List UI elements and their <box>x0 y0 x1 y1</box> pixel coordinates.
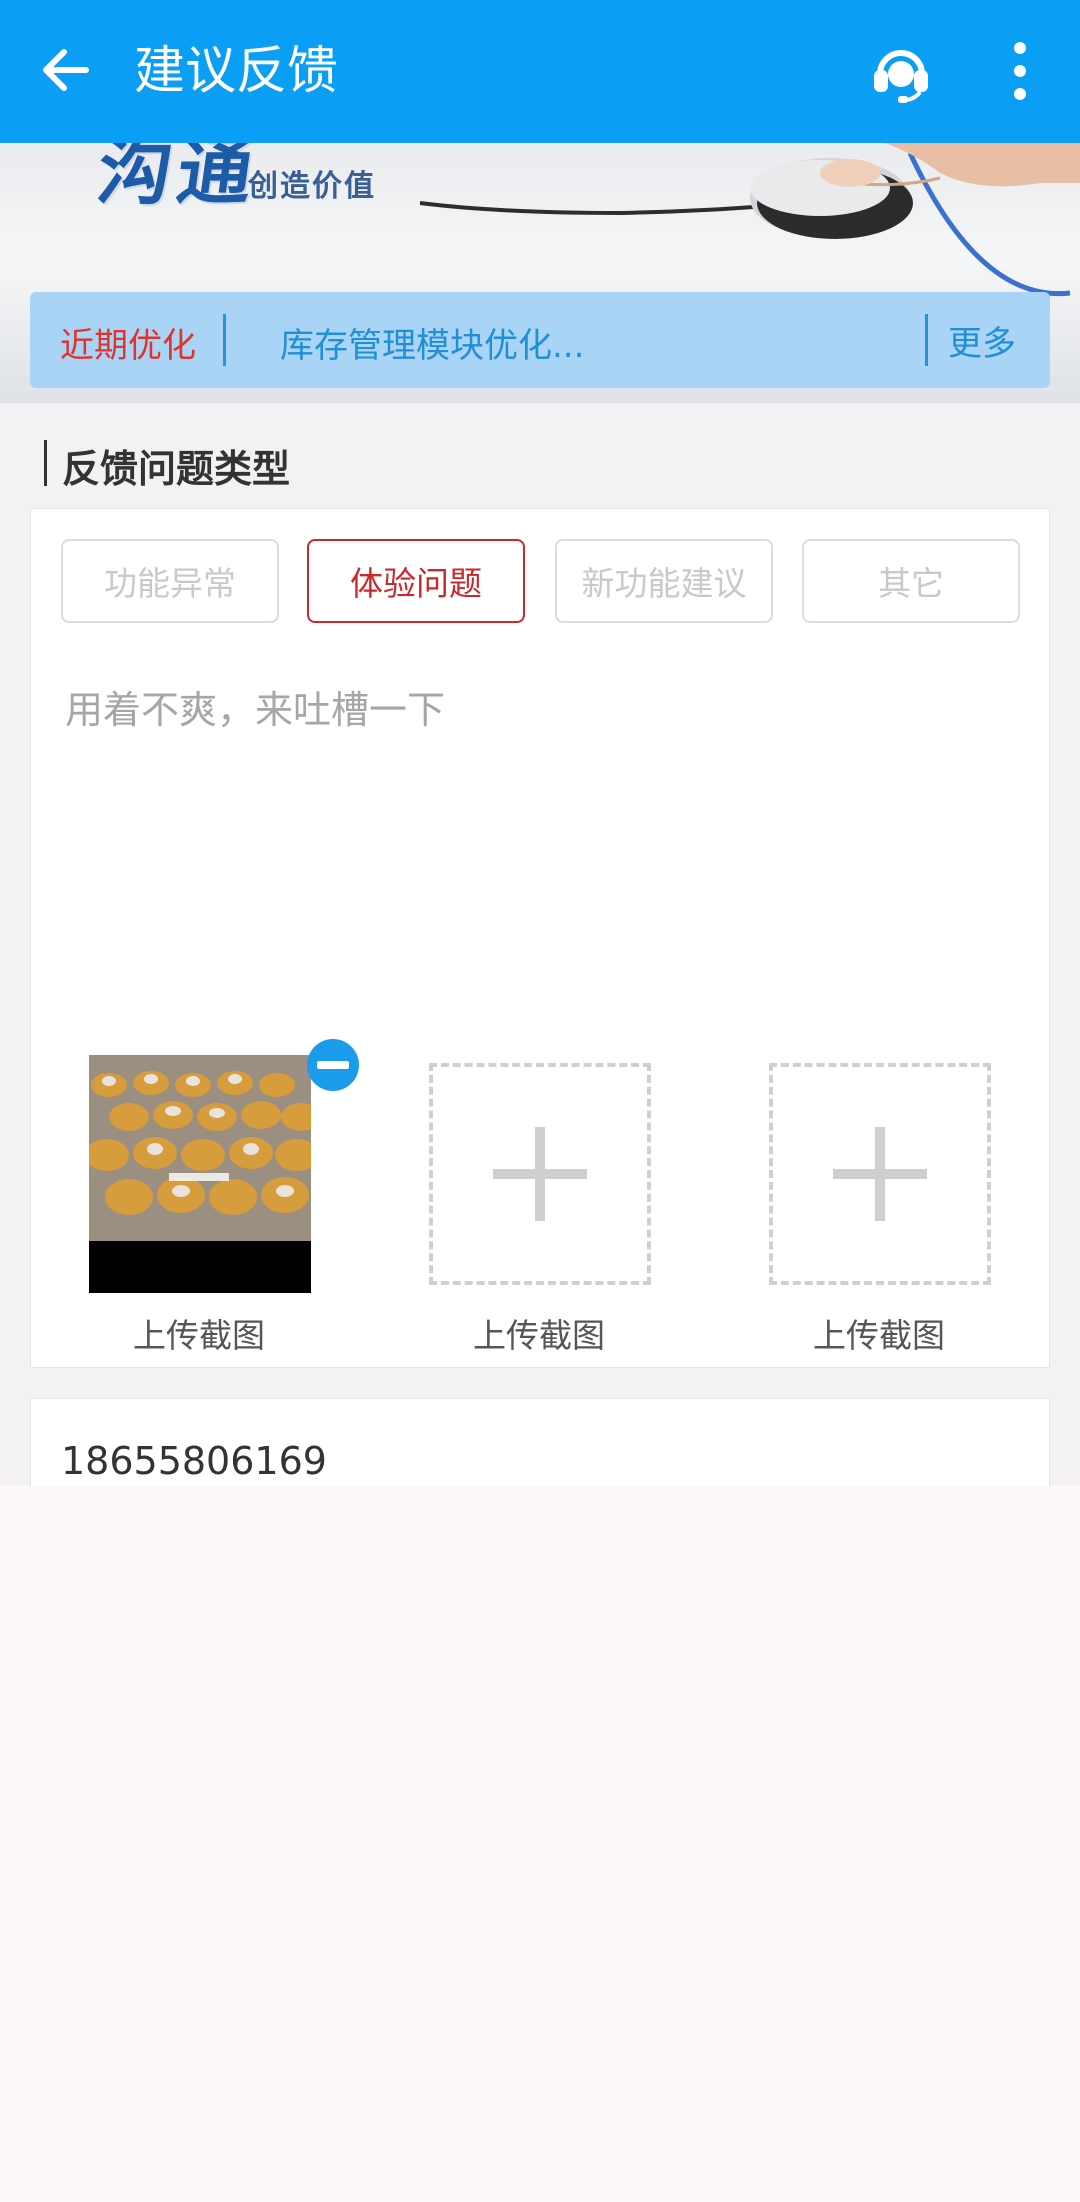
type-experience-issue-button[interactable]: 体验问题 <box>307 539 525 623</box>
more-updates-link[interactable]: 更多 <box>948 316 1016 365</box>
upload-screenshot-button[interactable] <box>429 1063 651 1285</box>
type-new-feature-button[interactable]: 新功能建议 <box>555 539 773 623</box>
contact-phone-input[interactable] <box>61 1435 961 1487</box>
more-vertical-icon <box>1014 42 1026 100</box>
recent-updates-tag: 近期优化 <box>60 326 196 366</box>
recent-updates-bar[interactable]: 近期优化 库存管理模块优化... 更多 <box>30 292 1050 388</box>
page-title: 建议反馈 <box>134 42 339 101</box>
app-bar: 建议反馈 <box>0 0 1080 143</box>
divider <box>223 314 226 366</box>
plus-icon <box>875 1127 885 1221</box>
upload-screenshot-button[interactable] <box>769 1063 991 1285</box>
upload-slot-1: 上传截图 <box>71 1049 311 1359</box>
divider <box>925 314 928 366</box>
type-other-button[interactable]: 其它 <box>802 539 1020 623</box>
upload-slot-2: 上传截图 <box>411 1049 651 1359</box>
upload-slot-3: 上传截图 <box>751 1049 991 1359</box>
minus-circle-icon <box>307 1039 359 1091</box>
back-button[interactable] <box>36 40 96 100</box>
upload-label: 上传截图 <box>473 1316 605 1355</box>
recent-updates-message[interactable]: 库存管理模块优化... <box>280 318 584 367</box>
customer-service-button[interactable] <box>868 38 934 104</box>
banner-logo-text: 沟通 <box>91 143 265 215</box>
feedback-card: 功能异常 体验问题 新功能建议 其它 用着不爽，来吐槽一下 上传截图 上传截图 … <box>30 508 1050 1368</box>
feedback-textarea[interactable] <box>65 679 1015 1009</box>
headset-icon <box>874 50 928 103</box>
type-function-error-button[interactable]: 功能异常 <box>61 539 279 623</box>
more-button[interactable] <box>1000 40 1040 102</box>
section-title: 反馈问题类型 <box>62 447 291 491</box>
upload-label: 上传截图 <box>813 1316 945 1355</box>
contact-card <box>30 1398 1050 1487</box>
section-accent-bar <box>44 440 47 486</box>
banner-slogan: 创造价值 <box>248 169 376 204</box>
arrow-left-icon <box>43 49 89 91</box>
upload-label: 上传截图 <box>133 1316 265 1355</box>
plus-icon <box>535 1127 545 1221</box>
remove-screenshot-button[interactable] <box>305 1037 361 1093</box>
